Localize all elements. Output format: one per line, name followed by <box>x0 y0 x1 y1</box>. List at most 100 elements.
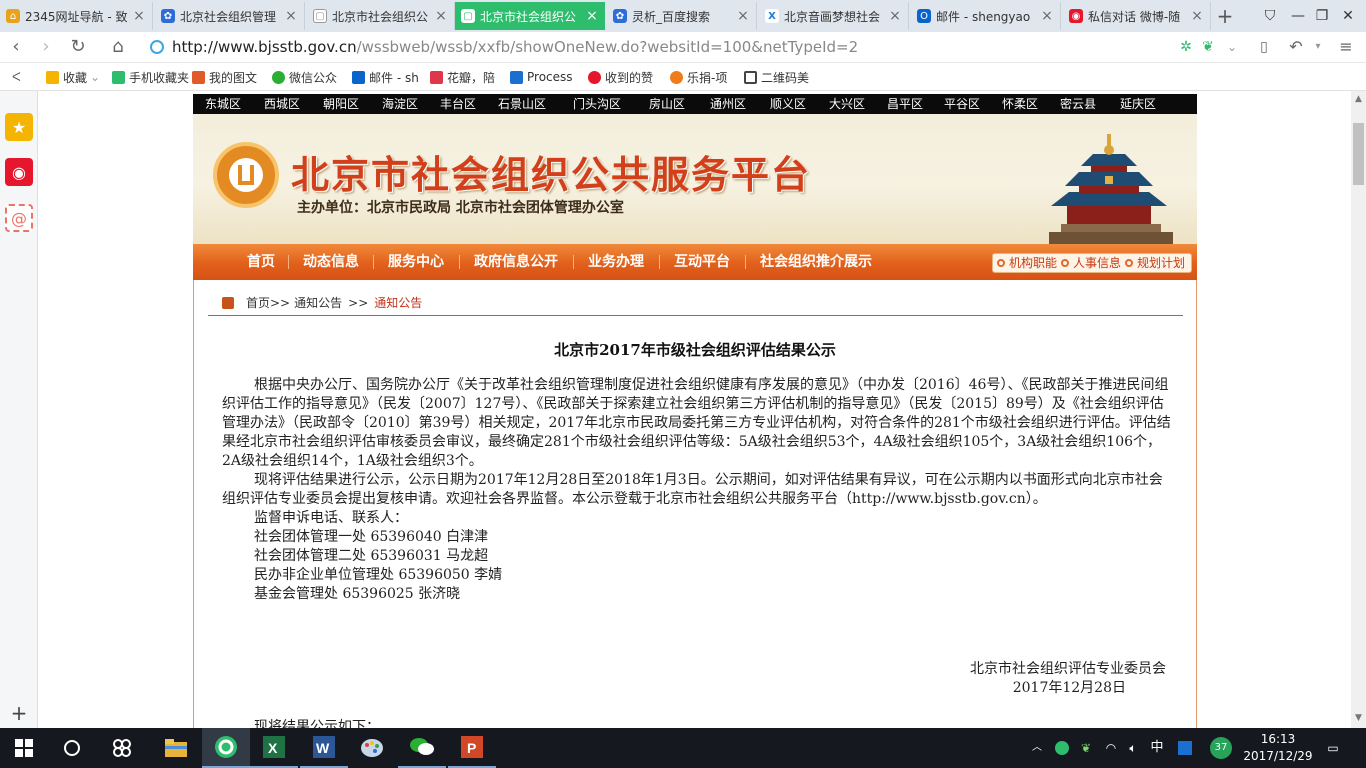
security-shield-icon[interactable]: ✲ <box>1174 35 1198 59</box>
menu-business[interactable]: 业务办理 <box>588 244 644 280</box>
dropdown-chevron-icon[interactable]: ⌄ <box>1220 35 1244 59</box>
undo-icon[interactable]: ↶ <box>1284 35 1308 59</box>
system-clock[interactable]: 16:13 2017/12/29 <box>1243 731 1313 765</box>
back-button[interactable]: ‹ <box>4 35 28 59</box>
close-tab-icon[interactable]: × <box>284 8 298 24</box>
bookmark-favorites[interactable]: 收藏 ⌄ <box>46 69 100 85</box>
tab-beijing-org-public-1[interactable]: ▢ 北京市社会组织公 × <box>307 2 455 30</box>
shirt-skin-icon[interactable]: ⛉ <box>1256 4 1284 28</box>
menu-service-center[interactable]: 服务中心 <box>388 244 444 280</box>
district-link[interactable]: 东城区 <box>193 94 253 114</box>
mail-at-icon[interactable]: @ <box>5 204 33 232</box>
bookmark-wechat-official[interactable]: 微信公众 <box>272 69 337 85</box>
scroll-up-icon[interactable]: ▲ <box>1353 94 1364 106</box>
close-tab-icon[interactable]: × <box>132 8 146 24</box>
close-tab-icon[interactable]: × <box>434 8 448 24</box>
windows-start-icon[interactable] <box>0 728 48 768</box>
bookmark-received-likes[interactable]: 收到的赞 <box>588 69 653 85</box>
show-hidden-icons-chevron-icon[interactable]: ︿ <box>1030 738 1044 758</box>
add-sidebar-item-icon[interactable]: + <box>5 699 33 727</box>
scrollbar-thumb[interactable] <box>1353 123 1364 185</box>
bookmark-lejuan[interactable]: 乐捐-项 <box>670 69 727 85</box>
district-link[interactable]: 海淀区 <box>371 94 429 114</box>
task-view-icon[interactable] <box>98 728 146 768</box>
tab-yinhua-dream[interactable]: X 北京音画梦想社会 × <box>759 2 909 30</box>
district-link[interactable]: 大兴区 <box>817 94 877 114</box>
browser-taskbar-icon[interactable] <box>202 728 250 768</box>
tab-beijing-org-public-active[interactable]: ▢ 北京市社会组织公 × <box>455 2 605 30</box>
menu-interaction[interactable]: 互动平台 <box>674 244 730 280</box>
favorites-star-icon[interactable]: ★ <box>5 113 33 141</box>
close-tab-icon[interactable]: × <box>888 8 902 24</box>
quick-link-personnel[interactable]: 人事信息 <box>1057 254 1121 272</box>
phone-icon[interactable]: ▯ <box>1252 35 1276 59</box>
address-bar[interactable]: http://www.bjsstb.gov.cn/wssbweb/wssb/xx… <box>150 36 1240 58</box>
district-link[interactable]: 西城区 <box>253 94 311 114</box>
district-link[interactable]: 延庆区 <box>1107 94 1169 114</box>
tab-beijing-org-manage[interactable]: ✿ 北京社会组织管理 × <box>155 2 305 30</box>
menu-icon[interactable]: ≡ <box>1334 35 1358 59</box>
bookmark-qrcode[interactable]: 二维码美 <box>744 69 809 85</box>
district-link[interactable]: 房山区 <box>637 94 697 114</box>
close-tab-icon[interactable]: × <box>736 8 750 24</box>
district-link[interactable]: 丰台区 <box>429 94 487 114</box>
forward-button[interactable]: › <box>34 35 58 59</box>
notification-center-icon[interactable]: ▭ <box>1322 738 1344 758</box>
security-score-badge[interactable]: 37 <box>1210 737 1232 759</box>
district-link[interactable]: 顺义区 <box>759 94 817 114</box>
volume-icon[interactable]: 🔈︎ <box>1124 738 1142 758</box>
district-link[interactable]: 石景山区 <box>487 94 557 114</box>
district-link[interactable]: 昌平区 <box>877 94 933 114</box>
tab-weibo-message[interactable]: ◉ 私信对话 微博-随 × <box>1063 2 1211 30</box>
page-scrollbar[interactable]: ▲ ▼ <box>1351 91 1366 728</box>
district-link[interactable]: 朝阳区 <box>311 94 371 114</box>
ime-indicator[interactable]: 中 <box>1148 738 1166 758</box>
menu-home[interactable]: 首页 <box>247 244 275 280</box>
powerpoint-icon[interactable]: P <box>448 728 496 768</box>
word-icon[interactable]: W <box>300 728 348 768</box>
file-explorer-icon[interactable] <box>152 728 200 768</box>
menu-org-showcase[interactable]: 社会组织推介展示 <box>760 244 872 280</box>
quick-link-planning[interactable]: 规划计划 <box>1121 254 1185 272</box>
wifi-icon[interactable]: ◠ <box>1102 738 1120 758</box>
home-button[interactable]: ⌂ <box>106 35 130 59</box>
sidebar-toggle-icon[interactable]: ᐸ <box>12 69 21 85</box>
bookmark-process[interactable]: Process <box>510 69 573 85</box>
breadcrumb-home[interactable]: 首页>> <box>246 294 290 311</box>
wechat-icon[interactable] <box>398 728 446 768</box>
quick-link-functions[interactable]: 机构职能 <box>993 254 1057 272</box>
tray-leaf-icon[interactable]: ❦ <box>1078 738 1094 758</box>
cortana-search-icon[interactable] <box>48 728 96 768</box>
bookmark-mobile-favorites[interactable]: 手机收藏夹 <box>112 69 189 85</box>
reload-button[interactable]: ↻ <box>66 35 90 59</box>
district-link[interactable]: 通州区 <box>697 94 759 114</box>
tab-lingxi-baidu[interactable]: ✿ 灵析_百度搜索 × <box>607 2 757 30</box>
restore-button[interactable]: ❐ <box>1308 4 1336 28</box>
bookmark-outlook-mail[interactable]: 邮件 - sh <box>352 69 419 85</box>
bookmark-huaban[interactable]: 花瓣，陪 <box>430 69 495 85</box>
close-tab-icon[interactable]: × <box>1040 8 1054 24</box>
close-tab-icon[interactable]: × <box>585 8 599 24</box>
close-tab-icon[interactable]: × <box>1190 8 1204 24</box>
tab-2345[interactable]: ⌂ 2345网址导航 - 致 × <box>0 2 153 30</box>
tray-browser-icon[interactable] <box>1054 738 1070 758</box>
speed-leaf-icon[interactable]: ❦ <box>1196 35 1220 59</box>
district-link[interactable]: 密云县 <box>1049 94 1107 114</box>
tray-app-icon[interactable] <box>1176 738 1194 758</box>
breadcrumb-section[interactable]: 通知公告 <box>294 294 342 311</box>
undo-menu-chevron-icon[interactable]: ▾ <box>1306 35 1330 59</box>
district-link[interactable]: 平谷区 <box>933 94 991 114</box>
district-link[interactable]: 门头沟区 <box>557 94 637 114</box>
paint-palette-icon[interactable] <box>348 728 396 768</box>
new-tab-button[interactable]: + <box>1213 4 1237 28</box>
weibo-icon[interactable]: ◉ <box>5 158 33 186</box>
menu-gov-info[interactable]: 政府信息公开 <box>474 244 558 280</box>
district-link[interactable]: 怀柔区 <box>991 94 1049 114</box>
scroll-down-icon[interactable]: ▼ <box>1353 713 1364 725</box>
tab-outlook-mail[interactable]: O 邮件 - shengyao × <box>911 2 1061 30</box>
excel-icon[interactable]: X <box>250 728 298 768</box>
menu-news[interactable]: 动态信息 <box>303 244 359 280</box>
bookmark-my-posts[interactable]: 我的图文 <box>192 69 257 85</box>
menu-divider <box>659 255 660 269</box>
close-window-button[interactable]: ✕ <box>1334 4 1362 28</box>
